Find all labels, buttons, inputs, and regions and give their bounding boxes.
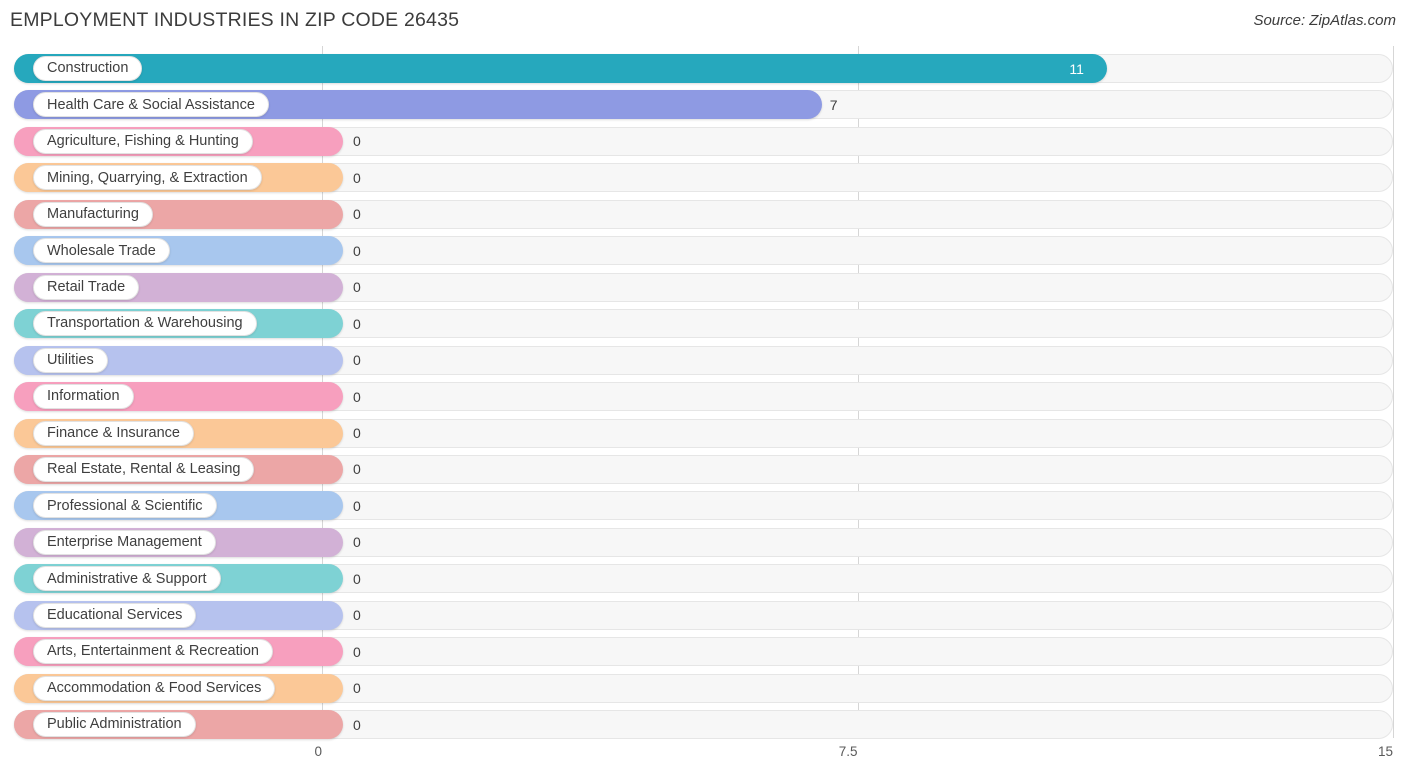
category-label-capsule: Retail Trade xyxy=(33,274,140,300)
bar-value-label: 0 xyxy=(353,534,361,551)
category-label: Transportation & Warehousing xyxy=(47,315,243,332)
category-label-capsule: Utilities xyxy=(33,347,108,373)
bar-value-label: 0 xyxy=(353,570,361,587)
bar-row[interactable]: Transportation & Warehousing 0 xyxy=(14,309,1393,339)
category-label-capsule: Health Care & Social Assistance xyxy=(33,92,269,118)
category-label: Mining, Quarrying, & Extraction xyxy=(47,169,248,186)
category-label-capsule: Accommodation & Food Services xyxy=(33,675,276,701)
bar-row[interactable]: Information 0 xyxy=(14,382,1393,412)
bar-row[interactable]: Manufacturing 0 xyxy=(14,199,1393,229)
category-label-capsule: Professional & Scientific xyxy=(33,493,217,519)
category-label-capsule: Wholesale Trade xyxy=(33,238,170,264)
bar-row[interactable]: Construction 11 xyxy=(14,54,1393,83)
category-label: Information xyxy=(47,388,120,405)
bar-value-label: 0 xyxy=(353,133,361,150)
bar-value-label: 0 xyxy=(353,716,361,733)
category-label-capsule: Agriculture, Fishing & Hunting xyxy=(33,128,253,154)
bar-value-label: 0 xyxy=(353,206,361,223)
bar-value-label: 0 xyxy=(353,169,361,186)
bar-row[interactable]: Utilities 0 xyxy=(14,345,1393,375)
bar-value-label: 0 xyxy=(353,388,361,405)
category-label: Manufacturing xyxy=(47,206,139,223)
bar-row[interactable]: Arts, Entertainment & Recreation 0 xyxy=(14,637,1393,667)
category-label-capsule: Information xyxy=(33,384,134,410)
axis-tick-label: 0 xyxy=(314,744,322,759)
category-label: Educational Services xyxy=(47,607,183,623)
category-label-capsule: Construction xyxy=(33,56,143,81)
bar-row[interactable]: Administrative & Support 0 xyxy=(14,564,1393,594)
bar-row[interactable]: Mining, Quarrying, & Extraction 0 xyxy=(14,163,1393,193)
category-label: Arts, Entertainment & Recreation xyxy=(47,643,259,660)
bar-row[interactable]: Retail Trade 0 xyxy=(14,272,1393,302)
x-axis: 0 7.5 15 xyxy=(0,738,1406,776)
category-label: Wholesale Trade xyxy=(47,242,156,259)
gridline-15 xyxy=(1393,46,1394,738)
category-label-capsule: Manufacturing xyxy=(33,201,153,227)
bar-value-label: 0 xyxy=(353,352,361,369)
category-label: Construction xyxy=(47,60,129,77)
bar-row[interactable]: Enterprise Management 0 xyxy=(14,527,1393,557)
bar-value-label: 0 xyxy=(353,461,361,478)
bar-row[interactable]: Finance & Insurance 0 xyxy=(14,418,1393,448)
bar-row[interactable]: Agriculture, Fishing & Hunting 0 xyxy=(14,126,1393,156)
category-label: Professional & Scientific xyxy=(47,497,203,514)
category-label: Public Administration xyxy=(47,716,182,733)
page-title: EMPLOYMENT INDUSTRIES IN ZIP CODE 26435 xyxy=(10,9,460,31)
category-label-capsule: Mining, Quarrying, & Extraction xyxy=(33,165,262,191)
axis-tick-label: 15 xyxy=(1377,744,1393,759)
bar-value-label: 0 xyxy=(353,242,361,259)
bar-row[interactable]: Accommodation & Food Services 0 xyxy=(14,673,1393,703)
bar-value-label: 0 xyxy=(353,279,361,296)
bar-value-label: 11 xyxy=(1069,60,1084,77)
category-label-capsule: Educational Services xyxy=(33,602,197,628)
bar-row[interactable]: Health Care & Social Assistance 7 xyxy=(14,90,1393,120)
chart-header: EMPLOYMENT INDUSTRIES IN ZIP CODE 26435 … xyxy=(0,0,1406,46)
bar-value-label: 0 xyxy=(353,680,361,697)
bar-fill[interactable] xyxy=(14,54,1108,83)
category-label-capsule: Administrative & Support xyxy=(33,566,221,592)
bar-value-label: 0 xyxy=(353,607,361,624)
category-label-capsule: Finance & Insurance xyxy=(33,420,194,446)
category-label: Administrative & Support xyxy=(47,570,207,587)
axis-tick-label: 7.5 xyxy=(838,744,858,759)
bar-row[interactable]: Public Administration 0 xyxy=(14,710,1393,740)
source-attribution: Source: ZipAtlas.com xyxy=(1253,12,1396,29)
bar-value-label: 0 xyxy=(353,497,361,514)
category-label: Accommodation & Food Services xyxy=(47,679,262,696)
category-label: Real Estate, Rental & Leasing xyxy=(47,461,241,478)
bar-value-label: 0 xyxy=(353,643,361,660)
category-label: Retail Trade xyxy=(47,278,126,295)
bar-value-label: 0 xyxy=(353,315,361,332)
bar-row[interactable]: Real Estate, Rental & Leasing 0 xyxy=(14,454,1393,484)
category-label-capsule: Transportation & Warehousing xyxy=(33,311,257,337)
category-label: Health Care & Social Assistance xyxy=(47,96,255,113)
bar-row[interactable]: Professional & Scientific 0 xyxy=(14,491,1393,521)
category-label-capsule: Real Estate, Rental & Leasing xyxy=(33,456,255,482)
bar-value-label: 0 xyxy=(353,425,361,441)
category-label-capsule: Enterprise Management xyxy=(33,529,216,555)
bar-row[interactable]: Educational Services 0 xyxy=(14,600,1393,630)
category-label: Finance & Insurance xyxy=(47,424,180,441)
chart-page: EMPLOYMENT INDUSTRIES IN ZIP CODE 26435 … xyxy=(0,0,1406,776)
category-label: Utilities xyxy=(47,351,94,368)
category-label-capsule: Public Administration xyxy=(33,712,196,738)
bar-value-label: 7 xyxy=(829,96,838,113)
bar-row[interactable]: Wholesale Trade 0 xyxy=(14,236,1393,266)
plot-area: Construction 11 Health Care & Social Assis… xyxy=(0,46,1406,740)
category-label-capsule: Arts, Entertainment & Recreation xyxy=(33,639,273,665)
category-label: Agriculture, Fishing & Hunting xyxy=(47,133,239,150)
category-label: Enterprise Management xyxy=(47,534,202,551)
